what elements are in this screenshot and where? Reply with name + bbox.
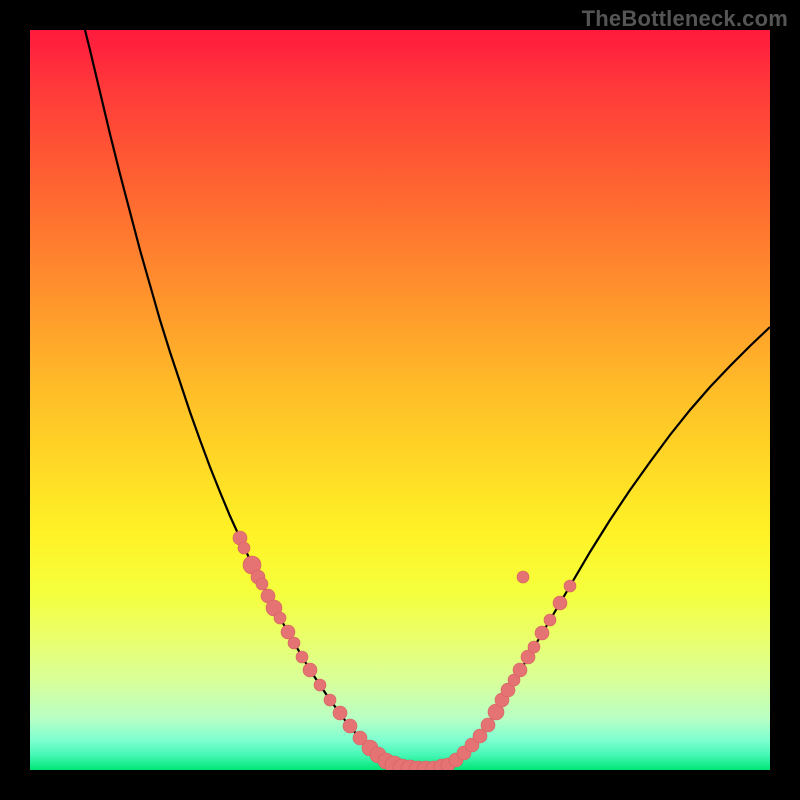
scatter-dot (288, 637, 300, 649)
scatter-dot (553, 596, 567, 610)
scatter-dot (528, 641, 540, 653)
chart-svg (30, 30, 770, 770)
scatter-dot (314, 679, 326, 691)
scatter-dot (274, 612, 286, 624)
scatter-dot (544, 614, 556, 626)
scatter-dot (517, 571, 529, 583)
bottleneck-curve (85, 30, 770, 770)
scatter-dot (481, 718, 495, 732)
scatter-dots (233, 531, 576, 770)
scatter-dot (564, 580, 576, 592)
scatter-dot (256, 578, 268, 590)
scatter-dot (513, 663, 527, 677)
scatter-dot (324, 694, 336, 706)
scatter-dot (296, 651, 308, 663)
scatter-dot (535, 626, 549, 640)
scatter-dot (343, 719, 357, 733)
scatter-dot (303, 663, 317, 677)
watermark-text: TheBottleneck.com (582, 6, 788, 32)
scatter-dot (238, 542, 250, 554)
scatter-dot (333, 706, 347, 720)
